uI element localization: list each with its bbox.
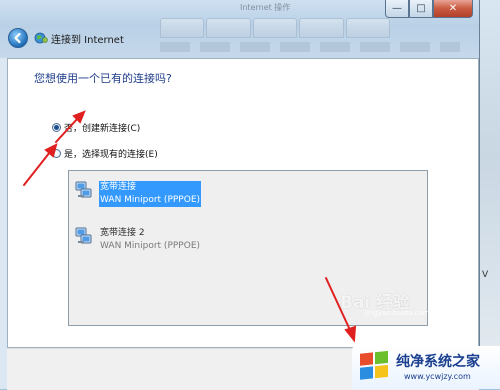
annotation-arrows: [23, 110, 357, 343]
windows-logo-icon: [360, 351, 388, 380]
baidu-watermark-url: jingyan.baidu.com: [365, 309, 430, 317]
annotation-arrowhead: [344, 325, 357, 343]
site-name: 纯净系统之家: [396, 354, 480, 370]
site-logo: 纯净系统之家 www.ycwjzy.com: [352, 346, 500, 389]
annotation-arrow: [23, 151, 51, 186]
annotation-arrow: [55, 117, 79, 143]
site-url: www.ycwjzy.com: [404, 372, 471, 381]
